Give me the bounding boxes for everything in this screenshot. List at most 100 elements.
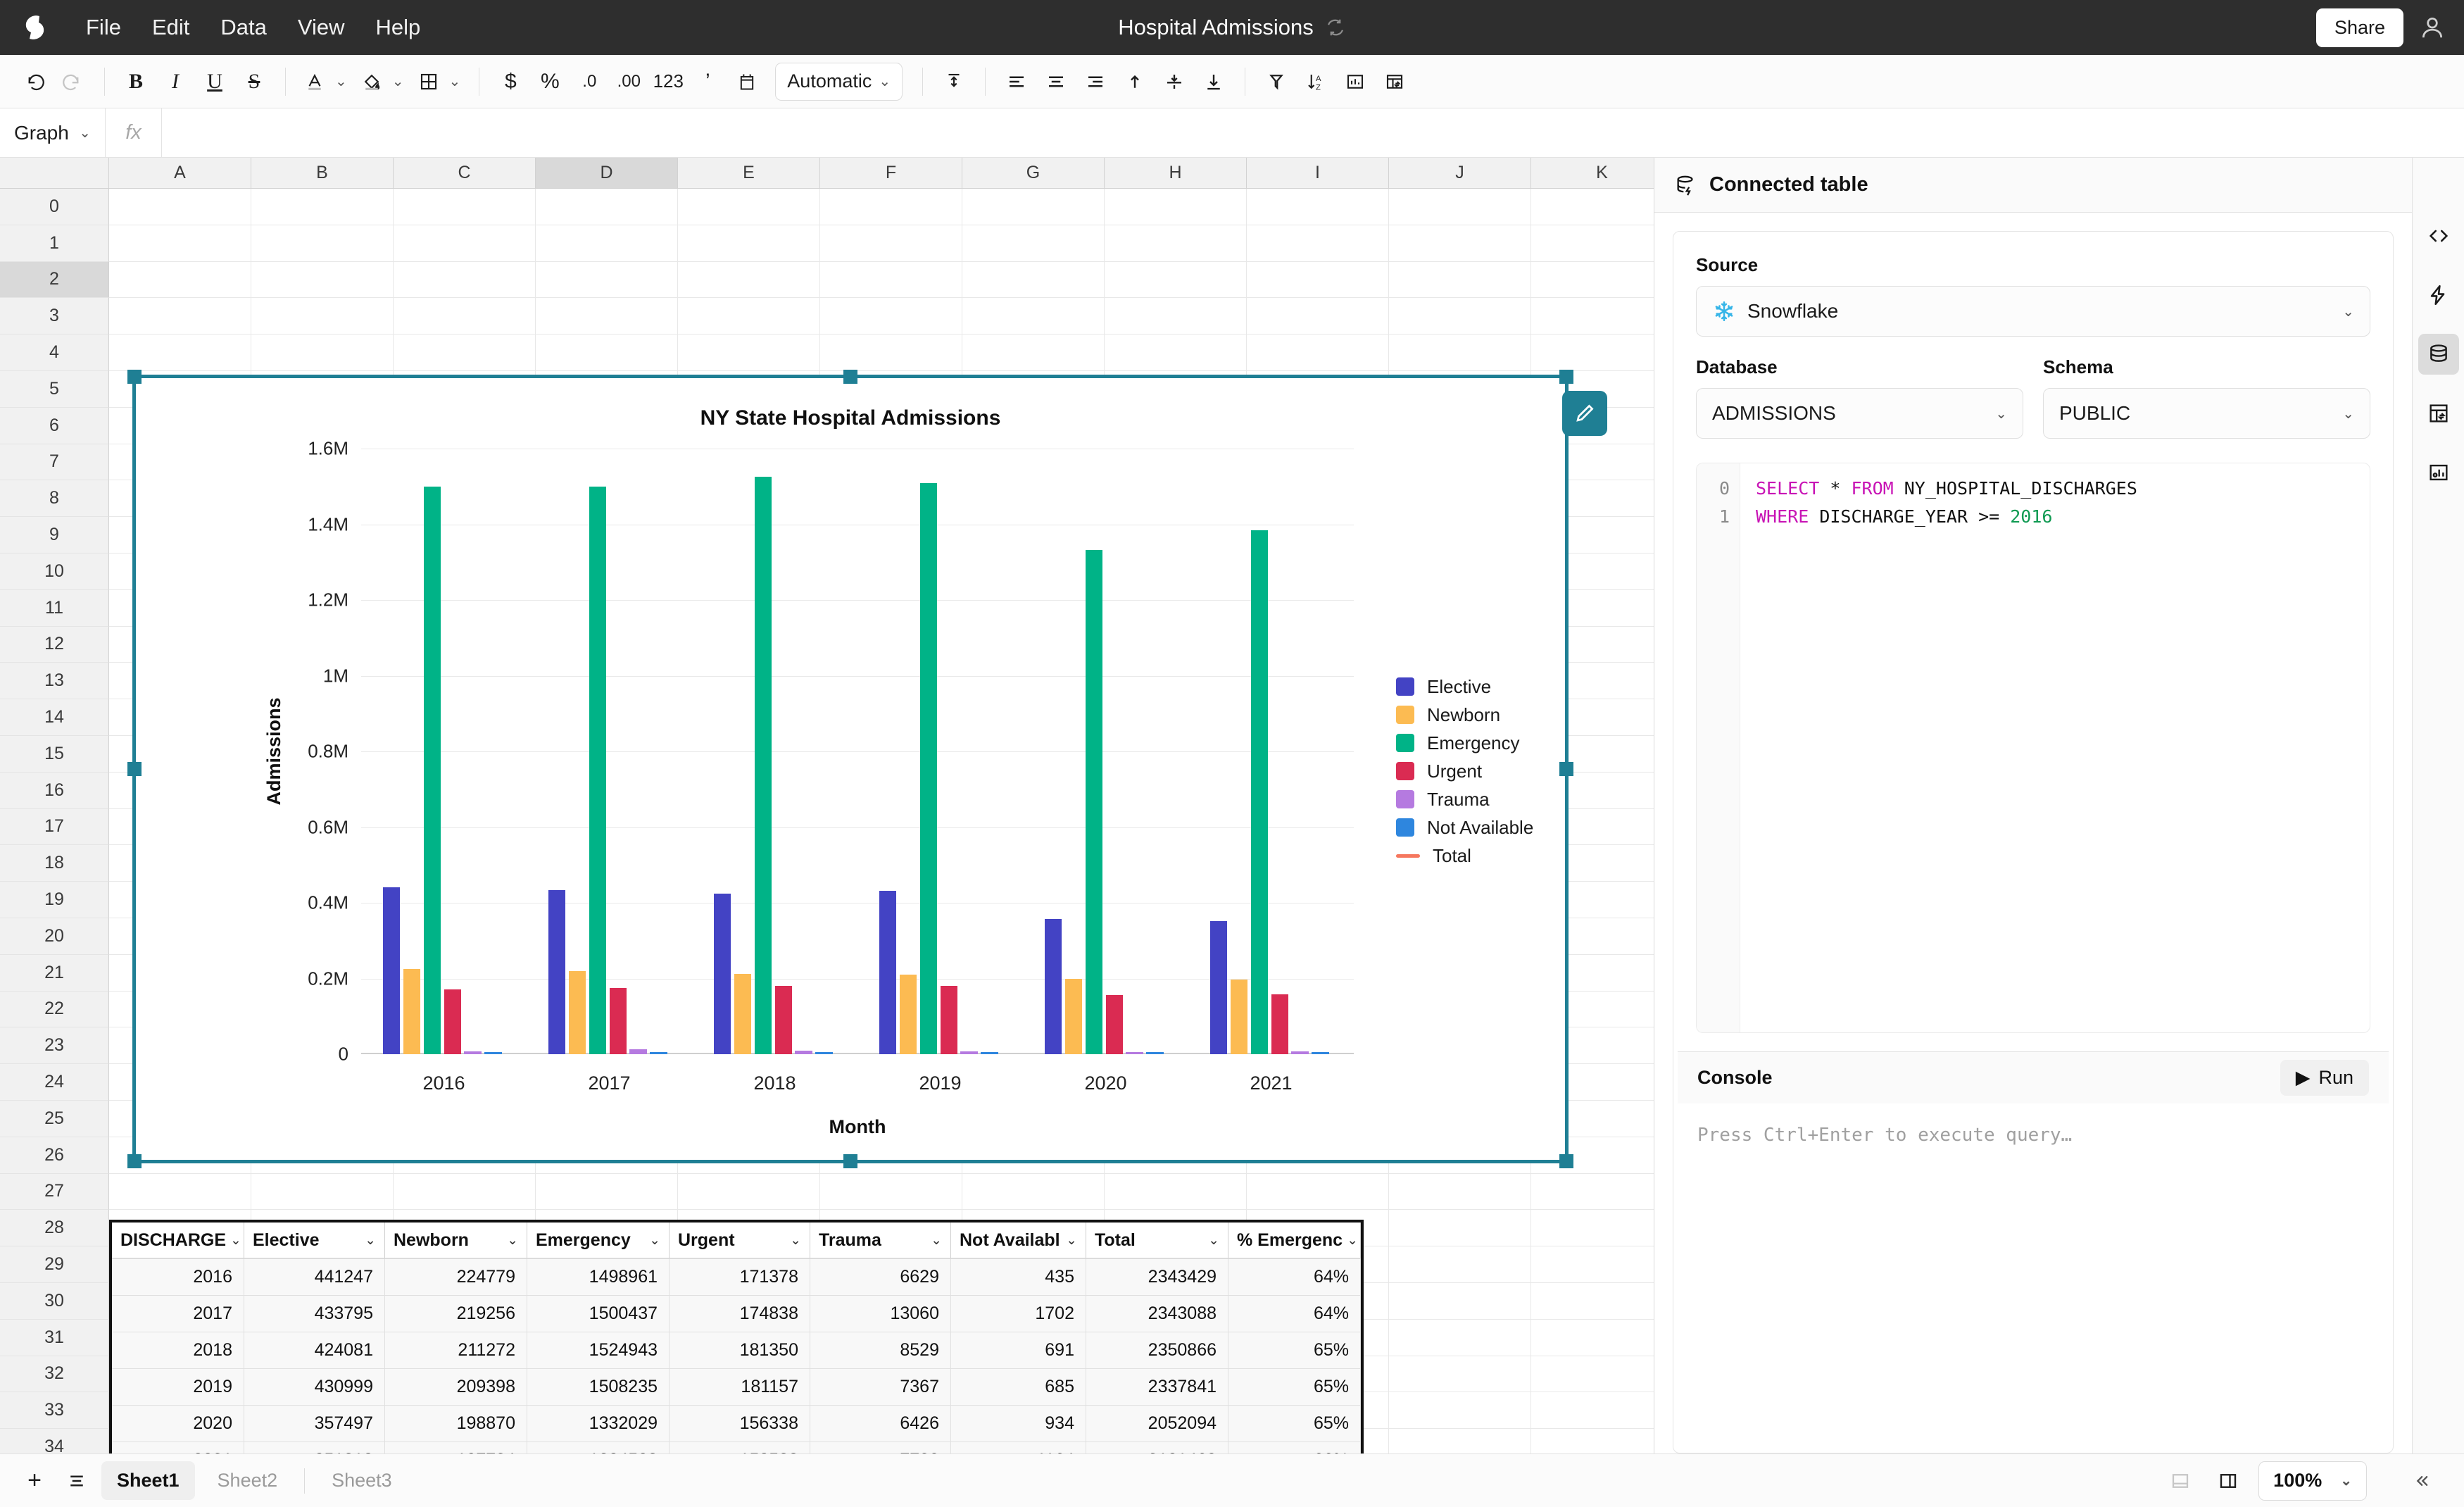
source-select[interactable]: Snowflake ⌄ bbox=[1696, 286, 2370, 337]
grid-cell-D1[interactable] bbox=[536, 225, 678, 262]
table-cell[interactable]: 1500437 bbox=[527, 1296, 670, 1332]
grid-cell-A2[interactable] bbox=[109, 262, 251, 299]
grid-cell-H27[interactable] bbox=[1105, 1174, 1247, 1211]
table-column-header[interactable]: Elective⌄ bbox=[244, 1223, 385, 1259]
row-height-icon[interactable] bbox=[936, 63, 972, 100]
column-header-B[interactable]: B bbox=[251, 158, 394, 188]
table-cell[interactable]: 64% bbox=[1228, 1296, 1361, 1332]
table-cell[interactable]: 198870 bbox=[385, 1406, 527, 1442]
grid-cell-F27[interactable] bbox=[820, 1174, 962, 1211]
grid-cell-A27[interactable] bbox=[109, 1174, 251, 1211]
row-header-22[interactable]: 22 bbox=[0, 992, 109, 1028]
table-cell[interactable]: 430999 bbox=[244, 1369, 385, 1406]
grid-cell-J4[interactable] bbox=[1389, 334, 1531, 371]
table-cell[interactable]: 2343088 bbox=[1086, 1296, 1228, 1332]
row-header-6[interactable]: 6 bbox=[0, 408, 109, 444]
table-cell[interactable]: 1508235 bbox=[527, 1369, 670, 1406]
schema-select[interactable]: PUBLIC ⌄ bbox=[2043, 388, 2370, 439]
grid-cell-E27[interactable] bbox=[678, 1174, 820, 1211]
align-top-icon[interactable] bbox=[1117, 63, 1153, 100]
table-cell[interactable]: 2020 bbox=[112, 1406, 244, 1442]
grid-cell-F3[interactable] bbox=[820, 298, 962, 334]
table-cell[interactable]: 433795 bbox=[244, 1296, 385, 1332]
table-column-header[interactable]: Total⌄ bbox=[1086, 1223, 1228, 1259]
grid-cell-D4[interactable] bbox=[536, 334, 678, 371]
grid-cell-D0[interactable] bbox=[536, 189, 678, 225]
table-cell[interactable]: 934 bbox=[951, 1406, 1086, 1442]
chevron-down-icon[interactable]: ⌄ bbox=[1066, 1232, 1077, 1249]
grid-cell-G2[interactable] bbox=[962, 262, 1105, 299]
row-header-30[interactable]: 30 bbox=[0, 1283, 109, 1320]
grid-scroll[interactable]: A B C D E F G H I J K 012345678910111213… bbox=[0, 158, 1654, 1453]
row-header-34[interactable]: 34 bbox=[0, 1429, 109, 1453]
comma-format-button[interactable]: ’ bbox=[689, 63, 726, 100]
chart-object[interactable]: NY State Hospital Admissions Admissions … bbox=[132, 375, 1569, 1163]
grid-cell-H0[interactable] bbox=[1105, 189, 1247, 225]
table-cell[interactable]: 65% bbox=[1228, 1406, 1361, 1442]
grid-cell-H3[interactable] bbox=[1105, 298, 1247, 334]
format-select[interactable]: Automatic ⌄ bbox=[775, 63, 903, 101]
table-cell[interactable]: 1384503 bbox=[527, 1442, 670, 1453]
row-header-2[interactable]: 2 bbox=[0, 262, 109, 299]
row-header-4[interactable]: 4 bbox=[0, 334, 109, 371]
select-all-corner[interactable] bbox=[0, 158, 109, 188]
grid-cell-K28[interactable] bbox=[1531, 1210, 1654, 1246]
table-cell[interactable]: 2343429 bbox=[1086, 1259, 1228, 1296]
grid-cell-D2[interactable] bbox=[536, 262, 678, 299]
data-table[interactable]: DISCHARGE⌄Elective⌄Newborn⌄Emergency⌄Urg… bbox=[109, 1220, 1364, 1453]
table-cell[interactable]: 6629 bbox=[810, 1259, 951, 1296]
chevron-down-icon[interactable]: ⌄ bbox=[931, 1232, 942, 1249]
grid-cell-J29[interactable] bbox=[1389, 1246, 1531, 1283]
table-cell[interactable]: 7367 bbox=[810, 1369, 951, 1406]
grid-cell-G1[interactable] bbox=[962, 225, 1105, 262]
row-header-3[interactable]: 3 bbox=[0, 298, 109, 334]
table-cell[interactable]: 219256 bbox=[385, 1296, 527, 1332]
row-header-9[interactable]: 9 bbox=[0, 517, 109, 554]
column-header-C[interactable]: C bbox=[394, 158, 536, 188]
grid-cell-I3[interactable] bbox=[1247, 298, 1389, 334]
decrease-decimal-button[interactable]: .0 bbox=[571, 63, 608, 100]
grid-cell-I2[interactable] bbox=[1247, 262, 1389, 299]
grid-cell-C27[interactable] bbox=[394, 1174, 536, 1211]
grid-cell-K31[interactable] bbox=[1531, 1320, 1654, 1356]
grid-cell-K4[interactable] bbox=[1531, 334, 1654, 371]
database-select[interactable]: ADMISSIONS ⌄ bbox=[1696, 388, 2023, 439]
row-header-31[interactable]: 31 bbox=[0, 1320, 109, 1356]
table-cell[interactable]: 2019 bbox=[112, 1369, 244, 1406]
grid-cell-K33[interactable] bbox=[1531, 1392, 1654, 1429]
grid-cell-C3[interactable] bbox=[394, 298, 536, 334]
italic-button[interactable]: I bbox=[157, 63, 194, 100]
grid-cell-K29[interactable] bbox=[1531, 1246, 1654, 1283]
table-row[interactable]: 2021351818197724138450315853877221164210… bbox=[112, 1442, 1361, 1453]
table-column-header[interactable]: Not Availabl⌄ bbox=[951, 1223, 1086, 1259]
legend-item[interactable]: Elective bbox=[1396, 673, 1533, 701]
menu-view[interactable]: View bbox=[282, 8, 360, 47]
grid-cell-J2[interactable] bbox=[1389, 262, 1531, 299]
grid-cell-I27[interactable] bbox=[1247, 1174, 1389, 1211]
table-cell[interactable]: 181157 bbox=[670, 1369, 810, 1406]
row-header-1[interactable]: 1 bbox=[0, 225, 109, 262]
sheet-tab-2[interactable]: Sheet2 bbox=[202, 1461, 294, 1500]
layout-horizontal-icon[interactable] bbox=[2163, 1463, 2198, 1499]
grid-cell-J30[interactable] bbox=[1389, 1283, 1531, 1320]
row-header-23[interactable]: 23 bbox=[0, 1027, 109, 1064]
table-cell[interactable]: 685 bbox=[951, 1369, 1086, 1406]
grid-cell-K32[interactable] bbox=[1531, 1356, 1654, 1393]
currency-format-button[interactable]: $ bbox=[492, 63, 529, 100]
row-header-27[interactable]: 27 bbox=[0, 1174, 109, 1211]
table-cell[interactable]: 691 bbox=[951, 1332, 1086, 1369]
grid-cell-F4[interactable] bbox=[820, 334, 962, 371]
sort-az-icon[interactable]: A Z bbox=[1297, 63, 1334, 100]
table-cell[interactable]: 1332029 bbox=[527, 1406, 670, 1442]
grid-cell-G3[interactable] bbox=[962, 298, 1105, 334]
align-bottom-icon[interactable] bbox=[1195, 63, 1232, 100]
table-cell[interactable]: 435 bbox=[951, 1259, 1086, 1296]
menu-file[interactable]: File bbox=[70, 8, 137, 47]
number-format-button[interactable]: 123 bbox=[650, 63, 686, 100]
table-cell[interactable]: 65% bbox=[1228, 1332, 1361, 1369]
text-color-icon[interactable]: ⌄ bbox=[298, 63, 353, 100]
align-center-icon[interactable] bbox=[1038, 63, 1074, 100]
legend-item[interactable]: Newborn bbox=[1396, 701, 1533, 729]
grid-cell-K30[interactable] bbox=[1531, 1283, 1654, 1320]
row-header-8[interactable]: 8 bbox=[0, 480, 109, 517]
